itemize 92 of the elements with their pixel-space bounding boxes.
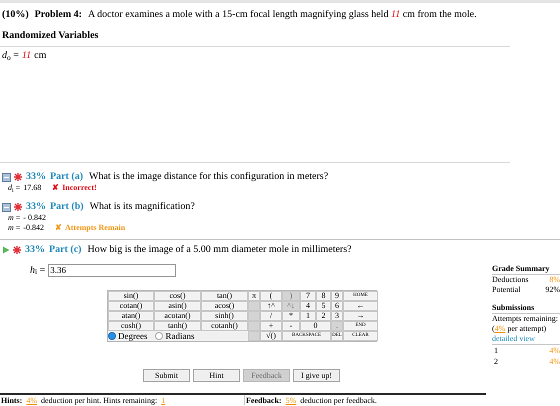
feedback-label: Feedback: [246,395,282,405]
keypad-key[interactable]: 9 [331,291,343,301]
keypad-key[interactable]: 3 [331,311,343,321]
keypad-key[interactable]: cotanh() [201,321,248,331]
hints-deduction: 4% [26,395,38,405]
keypad-key[interactable]: cotan() [108,301,154,311]
keypad-key[interactable]: 2 [316,311,331,321]
panel-title: Submissions [492,303,560,314]
keypad-key[interactable]: 5 [316,301,331,311]
answer-label: h$_{i}$ = [30,264,46,276]
keypad-key[interactable]: asin() [154,301,201,311]
feedback-text: deduction per feedback. [300,395,377,405]
keypad-key[interactable]: 0 [300,321,331,331]
keypad-key[interactable]: cos() [154,291,201,301]
keypad-key[interactable]: ( [260,291,282,301]
answer-value: 17.68 [23,183,42,193]
play-icon[interactable] [2,246,10,254]
keypad-key[interactable]: sinh() [201,311,248,321]
summary-label: Deductions [492,275,528,285]
keypad-key[interactable]: + [260,321,282,331]
answer-value: -0.842 [23,223,44,233]
keypad-key[interactable]: cosh() [108,321,154,331]
answer-label: m = [8,213,20,223]
hints-text: deduction per hint. Hints remaining: [41,395,158,405]
keypad-key[interactable]: / [260,311,282,321]
keypad-key[interactable]: 7 [300,291,316,301]
submission-deduction: 4% [549,357,560,367]
keypad-blank [248,311,260,321]
problem-text: A doctor examines a mole with a 15-cm focal length magnifying glass held 11 cm from the mole. [88,9,477,21]
part-question: How big is the image of a 5.00 mm diameter mole in millimeters? [87,244,352,256]
keypad-blank [248,301,260,311]
answer-value: - 0.842 [23,213,46,223]
keypad-key[interactable]: 6 [331,301,343,311]
part-label: Part (a) [50,171,84,183]
part-percent: 33% [26,171,46,183]
per-attempt-text: (4% per attempt) [492,324,548,334]
hints-remaining: 1 [161,395,166,405]
cross-mark-icon: ✘ [52,183,60,193]
feedback-deduction: 5% [286,395,296,405]
variable-label: d$_{o}$ = [2,50,19,62]
keypad-key[interactable]: → [343,311,378,321]
keypad-key[interactable]: - [282,321,300,331]
action-button[interactable]: I give up! [293,369,340,382]
keypad-key[interactable]: acotan() [154,311,201,321]
keypad-key[interactable]: * [282,311,300,321]
action-button[interactable]: Hint [193,369,240,382]
keypad-key[interactable]: tanh() [154,321,201,331]
submission-deduction: 4% [549,346,560,356]
keypad-blank [248,331,260,341]
answer-label: m = [8,223,20,233]
summary-label: Potential [492,285,520,295]
submission-number: 2 [494,357,498,367]
part-label: Part (b) [50,201,84,213]
keypad-key[interactable]: ← [343,301,378,311]
answer-input[interactable]: 3.36 [48,264,176,277]
keypad-key[interactable]: tan() [201,291,248,301]
cross-mark-icon: ✘ [54,223,62,233]
part-percent: 33% [25,244,45,256]
keypad-key[interactable]: acos() [201,301,248,311]
keypad-key[interactable]: ↑^ [260,301,282,311]
angle-radio[interactable]: Radians [155,331,194,341]
summary-value: 8% [549,275,560,285]
section-title: Randomized Variables [2,30,98,41]
part-label: Part (c) [49,244,82,256]
attempts-label: Attempts remaining: [492,314,559,324]
keypad-key[interactable]: sin() [108,291,154,301]
part-question: What is its magnification? [90,201,195,213]
problem-weight: (10%) [2,9,29,21]
collapse-icon[interactable] [2,202,11,212]
collapse-icon[interactable] [2,172,11,182]
summary-value: 92% [545,285,560,295]
panel-title: Grade Summary [492,264,560,275]
hints-label: Hints: [1,395,22,405]
keypad-key[interactable]: atan() [108,311,154,321]
keypad-key[interactable]: 4 [300,301,316,311]
answer-status: Incorrect! [62,183,97,193]
part-percent: 33% [26,201,46,213]
keypad-blank [248,321,260,331]
part-question: What is the image distance for this configuration in meters? [89,171,328,183]
keypad-key[interactable]: 1 [300,311,316,321]
detailed-view-link[interactable]: detailed view [492,334,560,345]
variable-unit: cm [34,50,46,62]
problem-label: Problem 4: [34,9,82,21]
angle-radio[interactable]: Degrees [108,331,148,341]
action-button[interactable]: Submit [143,369,190,382]
keypad-key[interactable]: π [248,291,260,301]
answer-label: d$_{i}$ = [8,183,20,193]
keypad-key[interactable]: 8 [316,291,331,301]
submission-number: 1 [494,346,498,356]
variable-value: 11 [22,50,32,62]
keypad-key[interactable]: √() [260,331,282,341]
answer-status: Attempts Remain [64,223,126,233]
